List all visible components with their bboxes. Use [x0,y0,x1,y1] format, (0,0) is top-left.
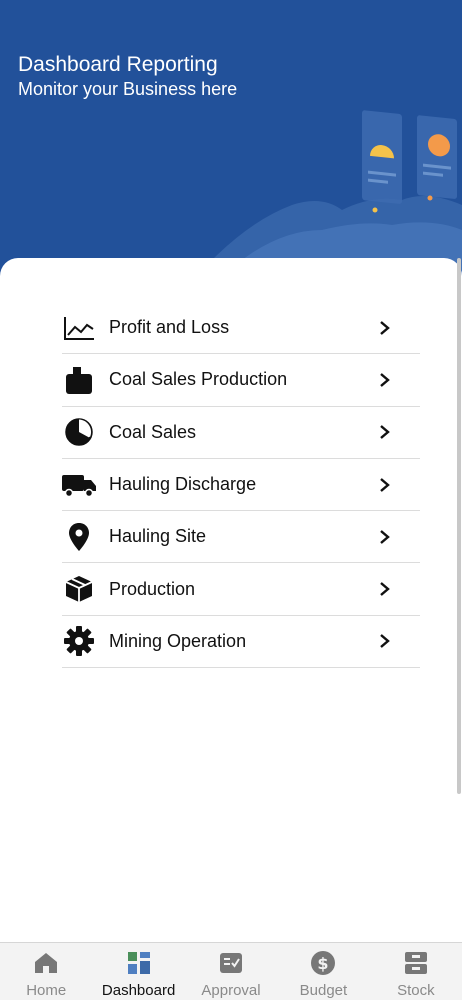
stock-icon [402,949,430,977]
tab-label: Budget [299,982,348,999]
tab-label: Dashboard [101,982,176,999]
menu-item-coal-sales[interactable]: Coal Sales [62,407,420,459]
box-icon [62,572,96,606]
menu-item-label: Coal Sales [109,421,197,442]
cart-icon [62,363,96,397]
line-chart-icon [62,311,96,345]
dashboard-menu: Profit and Loss Coal Sales Production Co… [62,302,420,669]
menu-item-label: Mining Operation [109,630,247,651]
menu-item-label: Profit and Loss [109,317,230,338]
chevron-right-icon [374,578,396,600]
tab-label: Stock [397,982,435,999]
page-subtitle: Monitor your Business here [18,79,238,99]
tab-approval[interactable]: Approval [185,943,277,1000]
svg-text:$: $ [318,954,329,973]
menu-item-label: Coal Sales Production [109,369,288,390]
chevron-right-icon [374,526,396,548]
dashboard-icon [125,949,153,977]
menu-item-mining-operation[interactable]: Mining Operation [62,616,420,669]
tab-stock[interactable]: Stock [370,943,462,1000]
page-title: Dashboard Reporting [18,53,218,76]
tab-budget[interactable]: $ Budget [277,943,369,1000]
menu-item-label: Production [109,578,196,599]
chevron-right-icon [374,317,396,339]
tab-home[interactable]: Home [0,943,92,1000]
tab-dashboard[interactable]: Dashboard [92,943,184,1000]
menu-item-coal-sales-production[interactable]: Coal Sales Production [62,354,420,407]
gear-icon [62,624,96,658]
dollar-icon: $ [309,949,337,977]
truck-icon [62,468,96,502]
bottom-tab-bar: Home Dashboard Approval $ Budget Stock [0,942,462,1000]
menu-item-profit-and-loss[interactable]: Profit and Loss [62,302,420,355]
tab-label: Home [26,982,67,999]
pie-chart-icon [62,415,96,449]
map-pin-icon [62,520,96,554]
menu-item-production[interactable]: Production [62,563,420,616]
menu-item-label: Hauling Site [109,526,207,547]
menu-item-hauling-site[interactable]: Hauling Site [62,511,420,564]
chevron-right-icon [374,421,396,443]
chevron-right-icon [374,369,396,391]
menu-item-label: Hauling Discharge [109,474,257,495]
tab-label: Approval [201,982,261,999]
approval-icon [217,949,245,977]
header-banner: Dashboard Reporting Monitor your Busines… [0,0,462,300]
menu-item-hauling-discharge[interactable]: Hauling Discharge [62,459,420,512]
chevron-right-icon [374,474,396,496]
home-icon [32,949,60,977]
chevron-right-icon [374,630,396,652]
scrollbar[interactable] [457,258,461,794]
